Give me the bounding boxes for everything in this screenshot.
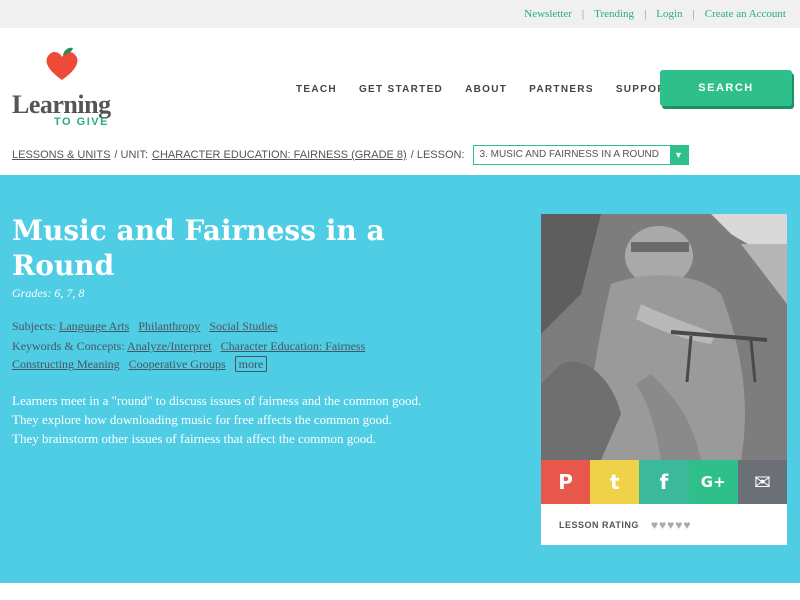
- breadcrumb-unit[interactable]: CHARACTER EDUCATION: FAIRNESS (GRADE 8): [152, 149, 407, 161]
- separator: |: [644, 8, 647, 20]
- heart-icon[interactable]: ♥: [683, 518, 690, 532]
- search-button[interactable]: SEARCH: [660, 70, 792, 106]
- breadcrumb-lessons-units[interactable]: LESSONS & UNITS: [12, 149, 110, 161]
- newsletter-link[interactable]: Newsletter: [524, 8, 572, 20]
- twitter-icon[interactable]: t: [590, 460, 640, 504]
- google-plus-icon[interactable]: G+: [688, 460, 738, 504]
- keyword-link[interactable]: Character Education: Fairness: [221, 339, 366, 353]
- separator: |: [692, 8, 695, 20]
- lesson-rating: LESSON RATING ♥ ♥ ♥ ♥ ♥: [559, 518, 691, 532]
- lesson-description: Learners meet in a "round" to discuss is…: [12, 391, 512, 448]
- chevron-down-icon[interactable]: ▼: [669, 146, 688, 164]
- separator: |: [581, 8, 585, 20]
- keywords-row-2: Constructing Meaning Cooperative Groups …: [12, 356, 268, 372]
- nav-get-started[interactable]: GET STARTED: [359, 84, 443, 95]
- nav-about[interactable]: ABOUT: [465, 84, 507, 95]
- main-nav: TEACH GET STARTED ABOUT PARTNERS SUPPORT…: [296, 84, 716, 95]
- statue-illustration: [541, 214, 787, 460]
- subject-link[interactable]: Language Arts: [59, 319, 129, 333]
- breadcrumb-unit-prefix: / UNIT:: [114, 149, 149, 161]
- subject-link[interactable]: Philanthropy: [138, 319, 200, 333]
- site-header: Learning TO GIVE TEACH GET STARTED ABOUT…: [0, 28, 800, 140]
- keyword-link[interactable]: Constructing Meaning: [12, 357, 120, 371]
- lesson-hero: Music and Fairness in a Round Grades: 6,…: [0, 175, 800, 583]
- breadcrumb-lesson-prefix: / LESSON:: [410, 149, 465, 161]
- heart-icon[interactable]: ♥: [659, 518, 666, 532]
- login-link[interactable]: Login: [656, 8, 682, 20]
- more-keywords-button[interactable]: more: [234, 356, 268, 372]
- justice-statue-image: [541, 214, 787, 460]
- utility-bar: Newsletter | Trending | Login | Create a…: [0, 0, 800, 28]
- heart-icon[interactable]: ♥: [667, 518, 674, 532]
- description-line: They explore how downloading music for f…: [12, 412, 392, 427]
- keywords-row: Keywords & Concepts: Analyze/Interpret C…: [12, 339, 371, 354]
- heart-icon[interactable]: ♥: [651, 518, 658, 532]
- logo-subtitle: TO GIVE: [54, 116, 109, 128]
- description-line: Learners meet in a "round" to discuss is…: [12, 393, 422, 408]
- lesson-select[interactable]: 3. MUSIC AND FAIRNESS IN A ROUND ▼: [472, 145, 689, 165]
- facebook-icon[interactable]: f: [639, 460, 689, 504]
- lesson-card: P t f G+ ✉ LESSON RATING ♥ ♥ ♥ ♥ ♥: [541, 214, 788, 545]
- email-icon[interactable]: ✉: [737, 460, 788, 504]
- keyword-link[interactable]: Analyze/Interpret: [127, 339, 212, 353]
- nav-teach[interactable]: TEACH: [296, 84, 337, 95]
- nav-partners[interactable]: PARTNERS: [529, 84, 594, 95]
- breadcrumb: LESSONS & UNITS / UNIT: CHARACTER EDUCAT…: [12, 145, 689, 165]
- rating-hearts[interactable]: ♥ ♥ ♥ ♥ ♥: [651, 518, 692, 532]
- subjects-label: Subjects:: [12, 319, 56, 333]
- pinterest-icon[interactable]: P: [541, 460, 591, 504]
- subject-link[interactable]: Social Studies: [209, 319, 277, 333]
- create-account-link[interactable]: Create an Account: [705, 8, 786, 20]
- lesson-rating-label: LESSON RATING: [559, 520, 639, 530]
- keywords-label: Keywords & Concepts:: [12, 339, 125, 353]
- logo[interactable]: Learning TO GIVE: [12, 46, 142, 128]
- utility-links: Newsletter | Trending | Login | Create a…: [524, 8, 786, 20]
- trending-link[interactable]: Trending: [594, 8, 634, 20]
- subjects-row: Subjects: Language Arts Philanthropy Soc…: [12, 319, 284, 334]
- heart-icon[interactable]: ♥: [675, 518, 682, 532]
- lesson-grades: Grades: 6, 7, 8: [12, 286, 85, 300]
- lesson-select-value: 3. MUSIC AND FAIRNESS IN A ROUND: [479, 149, 659, 160]
- apple-heart-icon: [46, 47, 78, 80]
- description-line: They brainstorm other issues of fairness…: [12, 431, 377, 446]
- keyword-link[interactable]: Cooperative Groups: [129, 357, 226, 371]
- lesson-title: Music and Fairness in a Round: [12, 214, 385, 282]
- share-bar: P t f G+ ✉: [541, 460, 788, 504]
